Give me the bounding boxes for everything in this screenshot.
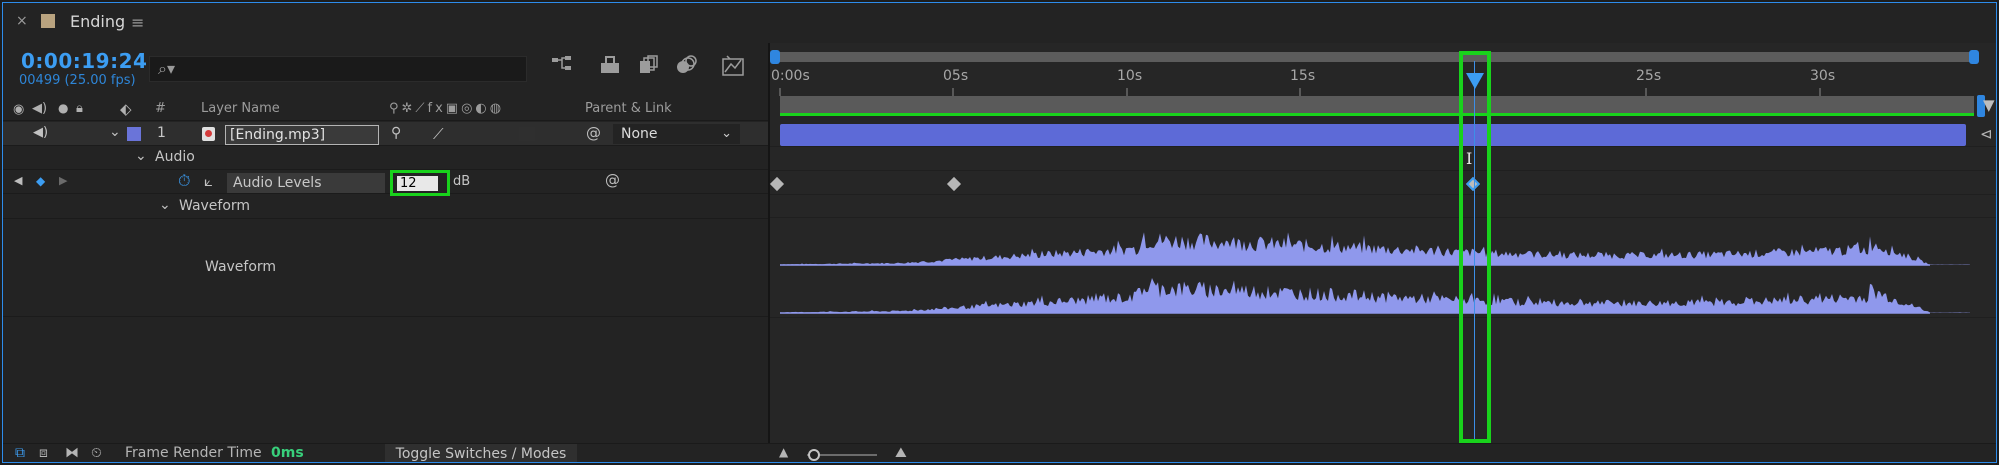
zoom-out-icon[interactable]: ▲ <box>779 445 788 459</box>
switches-header-icons: ⚲✲⟋fx▣◎◐◍ <box>389 101 505 116</box>
ruler-ticks <box>779 88 1821 96</box>
audio-switch-icon[interactable]: ◀) <box>32 101 47 116</box>
frame-render-time-label: Frame Render Time <box>125 445 262 461</box>
parent-select-value: None <box>621 126 658 142</box>
timeline-panel: × Ending ≡ 0:00:19:24 00499 (25.00 fps) … <box>2 2 1997 463</box>
layer-number: 1 <box>157 125 166 141</box>
graph-icon[interactable]: ⟀ <box>204 172 213 190</box>
toggle-switches-modes-button[interactable]: Toggle Switches / Modes <box>385 444 577 462</box>
time-navigator-start-handle[interactable] <box>770 50 780 64</box>
render-time-pane-icon[interactable]: ⏲ <box>91 445 102 461</box>
draft-3d-icon[interactable] <box>597 55 623 81</box>
layer-column-header: ◉ ◀) ● 🔒︎ ⬖ # Layer Name ⚲✲⟋fx▣◎◐◍ Paren… <box>3 97 769 121</box>
shy-switch-icon[interactable]: ⚲ <box>391 125 401 141</box>
audio-levels-row[interactable]: ◀ ◆ ▶ ⏱ ⟀ Audio Levels 12 dB @ <box>3 170 769 196</box>
layer-label-color[interactable] <box>127 127 141 141</box>
audio-levels-unit: dB <box>453 174 471 189</box>
audio-file-icon <box>202 127 215 141</box>
label-tag-icon[interactable]: ⬖ <box>120 100 132 118</box>
ruler-label: 25s <box>1636 68 1662 84</box>
status-bar: ⧉ ⧈ ⧓ ⏲ Frame Render Time 0ms Toggle Swi… <box>3 443 1996 462</box>
ruler-label: 15s <box>1290 68 1316 84</box>
playhead-highlight <box>1459 51 1491 443</box>
tab-bar: × Ending ≡ <box>3 3 1996 43</box>
current-time-display[interactable]: 0:00:19:24 <box>21 49 147 73</box>
audio-levels-value-box[interactable]: 12 <box>390 170 450 196</box>
chevron-down-icon[interactable]: ⌄ <box>135 148 147 164</box>
chevron-down-icon[interactable]: ⌄ <box>109 124 121 140</box>
audio-group-row[interactable]: ⌄ Audio <box>3 146 769 170</box>
work-area-bar[interactable] <box>780 96 1974 116</box>
waveform-channel <box>780 232 1970 265</box>
audio-group-label: Audio <box>155 149 195 165</box>
waveform-channel <box>780 278 1970 313</box>
solo-switch-icon[interactable]: ● <box>58 101 68 115</box>
time-navigator-bar[interactable] <box>774 52 1974 62</box>
timeline-area[interactable]: 0:00s 05s 10s 15s 25s 30s ▼ ⊲ I <box>769 43 1996 443</box>
waveform-row: Waveform <box>3 219 769 317</box>
frame-blending-icon[interactable] <box>673 55 699 81</box>
layer-row[interactable]: ◀) ⌄ 1 [Ending.mp3] ⚲ ⟋ @ None ⌄ <box>3 122 769 146</box>
parent-select[interactable]: None ⌄ <box>613 124 740 144</box>
pick-whip-icon[interactable]: @ <box>586 124 601 142</box>
audio-enabled-icon[interactable]: ◀) <box>33 125 48 140</box>
waveform-group-label: Waveform <box>179 198 251 214</box>
next-keyframe-icon[interactable]: ▶ <box>59 174 67 187</box>
audio-waveform <box>780 232 1970 314</box>
search-icon: ⌕▾ <box>158 59 175 78</box>
in-out-panes-icon[interactable]: ⧓ <box>65 445 79 461</box>
ruler-label: 05s <box>943 68 969 84</box>
add-keyframe-icon[interactable]: ◆ <box>36 174 45 188</box>
previous-keyframe-icon[interactable]: ◀ <box>14 174 22 187</box>
lock-icon[interactable]: 🔒︎ <box>76 101 83 116</box>
chevron-down-icon[interactable]: ⌄ <box>159 197 171 213</box>
keyframe[interactable] <box>946 176 962 192</box>
composition-color-swatch <box>41 14 55 28</box>
layer-marker-icon[interactable]: ⊲ <box>1980 125 1993 143</box>
tab-title[interactable]: Ending <box>70 12 125 31</box>
ruler-label: 0:00s <box>771 68 810 84</box>
frame-render-time-value: 0ms <box>271 445 304 461</box>
search-input[interactable]: ⌕▾ <box>149 56 527 82</box>
audio-levels-label: Audio Levels <box>227 173 385 193</box>
waveform-label: Waveform <box>205 259 277 275</box>
audio-levels-input[interactable]: 12 <box>397 176 438 191</box>
parent-link-column-header: Parent & Link <box>585 101 672 116</box>
waveform-group-row[interactable]: ⌄ Waveform <box>3 195 769 219</box>
video-switch-icon[interactable]: ◉ <box>13 102 24 117</box>
number-column-header: # <box>155 101 166 116</box>
ruler-label: 30s <box>1810 68 1836 84</box>
composition-flowchart-icon[interactable] <box>549 55 575 81</box>
time-navigator-end-handle[interactable] <box>1969 50 1979 64</box>
frame-count: 00499 (25.00 fps) <box>19 73 136 88</box>
layer-switches-toggle-icon[interactable]: ⧉ <box>15 445 25 461</box>
graph-editor-icon[interactable] <box>720 55 746 81</box>
keyframe[interactable] <box>769 176 785 192</box>
layer-duration-bar[interactable] <box>780 124 1966 146</box>
panel-menu-icon[interactable]: ≡ <box>131 13 144 32</box>
chevron-down-icon: ⌄ <box>721 126 732 141</box>
comp-marker-bin-icon[interactable]: ▼ <box>1983 96 1995 114</box>
switch-slot[interactable] <box>519 127 535 141</box>
layer-name-field[interactable]: [Ending.mp3] <box>225 125 379 145</box>
stopwatch-icon[interactable]: ⏱ <box>178 171 190 191</box>
ruler-label: 10s <box>1117 68 1143 84</box>
expression-pick-whip-icon[interactable]: @ <box>605 171 620 189</box>
quality-switch-icon[interactable]: ⟋ <box>433 125 444 143</box>
close-tab-button[interactable]: × <box>16 13 28 29</box>
zoom-slider-handle[interactable] <box>808 449 820 461</box>
zoom-in-icon[interactable]: ⛰ <box>895 445 907 461</box>
layer-name-column-header[interactable]: Layer Name <box>201 101 280 116</box>
motion-blur-icon[interactable] <box>635 55 661 81</box>
transfer-controls-icon[interactable]: ⧈ <box>39 445 48 461</box>
